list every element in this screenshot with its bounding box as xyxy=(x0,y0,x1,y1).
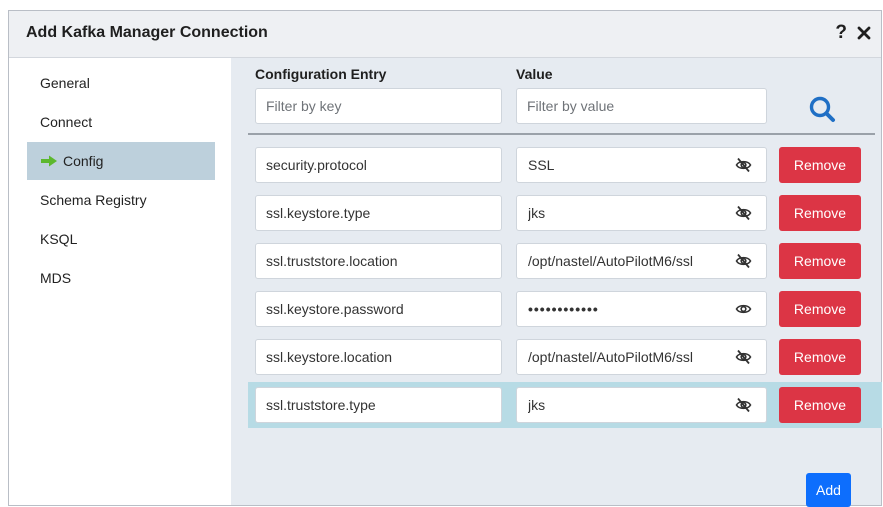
filter-key-input[interactable] xyxy=(255,88,502,124)
connection-dialog: Add Kafka Manager Connection ? General C… xyxy=(8,10,882,507)
sidebar-item-label: MDS xyxy=(40,270,72,286)
config-value-field[interactable]: jks xyxy=(516,195,767,231)
sidebar-item-label: Schema Registry xyxy=(40,192,147,208)
close-icon[interactable] xyxy=(856,22,872,42)
config-value-field[interactable]: jks xyxy=(516,387,767,423)
config-row: security.protocol SSL Remove xyxy=(248,142,882,188)
eye-slash-icon[interactable] xyxy=(735,397,752,413)
remove-button[interactable]: Remove xyxy=(779,243,861,279)
config-key-text: security.protocol xyxy=(266,157,367,173)
config-key-text: ssl.keystore.password xyxy=(266,301,404,317)
config-key-text: ssl.truststore.location xyxy=(266,253,398,269)
eye-slash-icon[interactable] xyxy=(735,157,752,173)
sidebar-item-config[interactable]: Config xyxy=(27,142,215,180)
remove-button[interactable]: Remove xyxy=(779,291,861,327)
eye-icon[interactable] xyxy=(735,301,752,317)
sidebar: General Connect Config Schema Registry K… xyxy=(9,58,231,505)
config-key-text: ssl.keystore.location xyxy=(266,349,393,365)
search-icon[interactable] xyxy=(806,93,840,127)
config-row: ssl.truststore.location /opt/nastel/Auto… xyxy=(248,238,882,284)
config-value-text: /opt/nastel/AutoPilotM6/ssl xyxy=(528,253,693,269)
config-value-field[interactable]: SSL xyxy=(516,147,767,183)
sidebar-item-label: KSQL xyxy=(40,231,78,247)
help-button[interactable]: ? xyxy=(835,22,847,44)
config-value-field[interactable]: /opt/nastel/AutoPilotM6/ssl xyxy=(516,243,767,279)
column-header-key: Configuration Entry xyxy=(255,66,387,82)
config-key-field[interactable]: ssl.keystore.location xyxy=(255,339,502,375)
sidebar-item-label: General xyxy=(40,75,90,91)
sidebar-item-label: Config xyxy=(63,153,104,169)
sidebar-item-general[interactable]: General xyxy=(27,64,215,102)
config-value-text: /opt/nastel/AutoPilotM6/ssl xyxy=(528,349,693,365)
config-key-text: ssl.truststore.type xyxy=(266,397,376,413)
arrow-right-icon xyxy=(40,155,58,167)
dialog-title: Add Kafka Manager Connection xyxy=(26,24,268,41)
remove-button[interactable]: Remove xyxy=(779,387,861,423)
config-value-field[interactable]: •••••••••••• xyxy=(516,291,767,327)
sidebar-item-ksql[interactable]: KSQL xyxy=(27,220,215,258)
config-row: ssl.keystore.location /opt/nastel/AutoPi… xyxy=(248,334,882,380)
remove-button[interactable]: Remove xyxy=(779,339,861,375)
sidebar-item-label: Connect xyxy=(40,114,93,130)
eye-slash-icon[interactable] xyxy=(735,349,752,365)
sidebar-item-schema-registry[interactable]: Schema Registry xyxy=(27,181,215,219)
sidebar-item-mds[interactable]: MDS xyxy=(27,259,215,297)
config-value-text: SSL xyxy=(528,157,555,173)
sidebar-item-connect[interactable]: Connect xyxy=(27,103,215,141)
header-divider xyxy=(248,133,875,135)
config-row: ssl.keystore.password •••••••••••• Remov… xyxy=(248,286,882,332)
config-key-field[interactable]: ssl.keystore.type xyxy=(255,195,502,231)
config-panel: Configuration Entry Value security.proto… xyxy=(231,58,882,507)
config-key-field[interactable]: ssl.truststore.type xyxy=(255,387,502,423)
config-value-text: •••••••••••• xyxy=(528,301,599,317)
remove-button[interactable]: Remove xyxy=(779,147,861,183)
remove-button[interactable]: Remove xyxy=(779,195,861,231)
column-header-value: Value xyxy=(516,66,553,82)
config-row: ssl.keystore.type jks Remove xyxy=(248,190,882,236)
dialog-titlebar: Add Kafka Manager Connection ? xyxy=(9,11,881,58)
config-value-text: jks xyxy=(528,205,546,221)
config-value-field[interactable]: /opt/nastel/AutoPilotM6/ssl xyxy=(516,339,767,375)
add-button[interactable]: Add xyxy=(806,473,851,507)
config-key-field[interactable]: security.protocol xyxy=(255,147,502,183)
eye-slash-icon[interactable] xyxy=(735,205,752,221)
config-row-selected: ssl.truststore.type jks Remove xyxy=(248,382,882,428)
eye-slash-icon[interactable] xyxy=(735,253,752,269)
config-key-text: ssl.keystore.type xyxy=(266,205,371,221)
config-value-text: jks xyxy=(528,397,546,413)
config-key-field[interactable]: ssl.keystore.password xyxy=(255,291,502,327)
config-key-field[interactable]: ssl.truststore.location xyxy=(255,243,502,279)
filter-value-input[interactable] xyxy=(516,88,767,124)
